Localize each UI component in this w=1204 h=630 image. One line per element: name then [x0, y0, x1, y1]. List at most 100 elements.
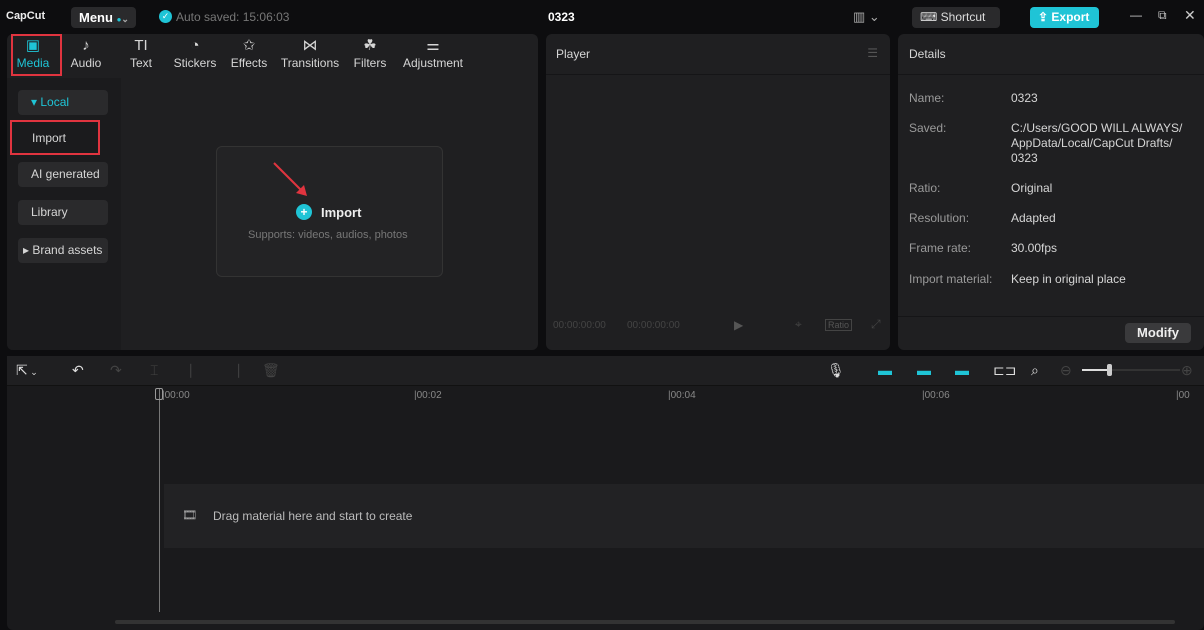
tab-label: Stickers	[173, 56, 217, 70]
export-button[interactable]: ⇪ Export	[1030, 7, 1099, 28]
trash-icon[interactable]: 🗑	[262, 362, 280, 379]
total-time: 00:00:00:00	[627, 320, 680, 331]
menu-button[interactable]: Menu ●⌄	[71, 7, 136, 28]
brand-label: Brand assets	[32, 243, 103, 257]
detail-label: Frame rate:	[909, 241, 972, 255]
tab-stickers[interactable]: ◔ Stickers	[166, 36, 224, 70]
select-cursor-icon[interactable]: ⇱ ⌄	[16, 362, 38, 379]
text-icon: TI	[134, 37, 148, 54]
detail-label: Ratio:	[909, 181, 941, 195]
main-track-magnet-icon[interactable]: ▬	[878, 362, 892, 378]
sidebar-library[interactable]: Library	[18, 200, 108, 225]
detail-value: C:/Users/GOOD WILL ALWAYS/ AppData/Local…	[1011, 121, 1183, 165]
timeline-scrollbar[interactable]	[115, 620, 1175, 624]
tab-audio[interactable]: ♪ Audio	[59, 36, 113, 70]
sidebar-ai-generated[interactable]: AI generated	[18, 162, 108, 187]
tab-label: Audio	[70, 56, 102, 70]
tab-label: Effects	[230, 56, 268, 70]
import-support-text: Supports: videos, audios, photos	[248, 229, 408, 241]
playhead[interactable]	[159, 388, 160, 612]
preview-icon[interactable]: ⌕	[1031, 362, 1039, 379]
project-title: 0323	[548, 10, 575, 24]
film-icon: 🎞	[182, 508, 198, 522]
ai-label: AI generated	[31, 167, 100, 181]
tab-label: Adjustment	[402, 56, 464, 70]
tab-filters[interactable]: ☘ Filters	[342, 36, 398, 70]
time-tick: |00:06	[922, 390, 950, 401]
filters-icon: ☘	[363, 37, 377, 54]
check-icon: ✓	[159, 10, 172, 23]
time-tick: |00:00	[162, 390, 190, 401]
library-label: Library	[31, 205, 68, 219]
shortcut-button[interactable]: ⌨ Shortcut	[912, 7, 1000, 28]
effects-icon: ✩	[242, 37, 256, 54]
red-arrow-icon	[273, 162, 307, 196]
align-icon[interactable]: ⊏⊐	[993, 362, 1016, 379]
adjustment-icon: ⚌	[426, 37, 440, 54]
media-tab-highlight	[11, 34, 62, 76]
microphone-icon[interactable]: 🎙	[827, 362, 845, 379]
link-icon[interactable]: ▬	[955, 362, 969, 378]
main-track-dropzone[interactable]: 🎞 Drag material here and start to create	[164, 484, 1204, 548]
audio-icon: ♪	[82, 37, 90, 54]
shortcut-label: Shortcut	[940, 10, 986, 24]
tab-adjustment[interactable]: ⚌ Adjustment	[402, 36, 464, 70]
keyboard-icon: ⌨	[920, 10, 938, 24]
detail-value: 0323	[1011, 91, 1038, 105]
delete-left-icon[interactable]: ⎸	[190, 362, 204, 379]
plus-icon: +	[296, 204, 312, 220]
player-menu-icon[interactable]: ☰	[867, 46, 878, 60]
delete-right-icon[interactable]: ⎹	[225, 362, 239, 379]
detail-label: Name:	[909, 91, 945, 105]
zoom-in-icon[interactable]: ⊕	[1181, 362, 1193, 379]
transitions-icon: ⋈	[302, 37, 318, 54]
play-icon[interactable]: ▶	[734, 318, 743, 332]
player-panel: Player ☰ 00:00:00:00 00:00:00:00 ▶ ⌖ Rat…	[546, 34, 890, 350]
time-tick: |00	[1176, 390, 1190, 401]
undo-icon[interactable]: ↶	[72, 362, 84, 379]
local-label: Local	[40, 95, 70, 109]
zoom-out-icon[interactable]: ⊖	[1060, 362, 1072, 379]
tab-text[interactable]: TI Text	[113, 36, 169, 70]
ratio-button[interactable]: Ratio	[825, 319, 853, 331]
auto-snap-icon[interactable]: ▬	[917, 362, 931, 378]
close-icon[interactable]: ✕	[1184, 7, 1196, 24]
redo-icon[interactable]: ↷	[110, 362, 122, 379]
detail-value: Adapted	[1011, 211, 1056, 225]
current-time: 00:00:00:00	[553, 320, 606, 331]
capcut-logo: CapCut	[6, 10, 46, 22]
tab-label: Text	[129, 56, 152, 70]
minimize-icon[interactable]: —	[1130, 8, 1142, 22]
tab-label: Transitions	[280, 56, 340, 70]
time-tick: |00:04	[668, 390, 696, 401]
sidebar-local[interactable]: ▾ Local	[18, 90, 108, 115]
detail-value: Keep in original place	[1011, 272, 1126, 286]
detail-value: 30.00fps	[1011, 241, 1058, 255]
fit-icon[interactable]: ⌖	[795, 317, 802, 332]
split-icon[interactable]: ⌶	[150, 362, 158, 379]
sticker-icon: ◔	[190, 37, 200, 54]
fullscreen-icon[interactable]: ⤢	[871, 317, 881, 332]
sidebar-brand-assets[interactable]: ▸ Brand assets	[18, 238, 108, 263]
layout-icon[interactable]: ▥ ⌄	[853, 9, 880, 25]
timeline-toolbar	[7, 356, 1204, 386]
export-label: Export	[1051, 10, 1090, 24]
zoom-slider-handle[interactable]	[1107, 364, 1112, 376]
modify-button[interactable]: Modify	[1125, 323, 1191, 343]
tab-transitions[interactable]: ⋈ Transitions	[280, 36, 340, 70]
tab-label: Filters	[353, 56, 387, 70]
detail-value: Original	[1011, 181, 1053, 195]
time-tick: |00:02	[414, 390, 442, 401]
detail-label: Saved:	[909, 121, 947, 135]
tab-effects[interactable]: ✩ Effects	[221, 36, 277, 70]
detail-label: Import material:	[909, 272, 993, 286]
detail-label: Resolution:	[909, 211, 970, 225]
restore-icon[interactable]: ⧉	[1158, 8, 1167, 23]
player-title: Player	[556, 47, 591, 61]
playhead-handle[interactable]	[155, 388, 163, 400]
zoom-slider[interactable]	[1082, 364, 1180, 376]
details-title: Details	[909, 47, 946, 61]
autosave-status: Auto saved: 15:06:03	[176, 10, 290, 24]
title-bar: CapCut Menu ●⌄ ✓ Auto saved: 15:06:03 03…	[0, 0, 1204, 34]
import-dropzone[interactable]: + Import Supports: videos, audios, photo…	[216, 146, 443, 277]
